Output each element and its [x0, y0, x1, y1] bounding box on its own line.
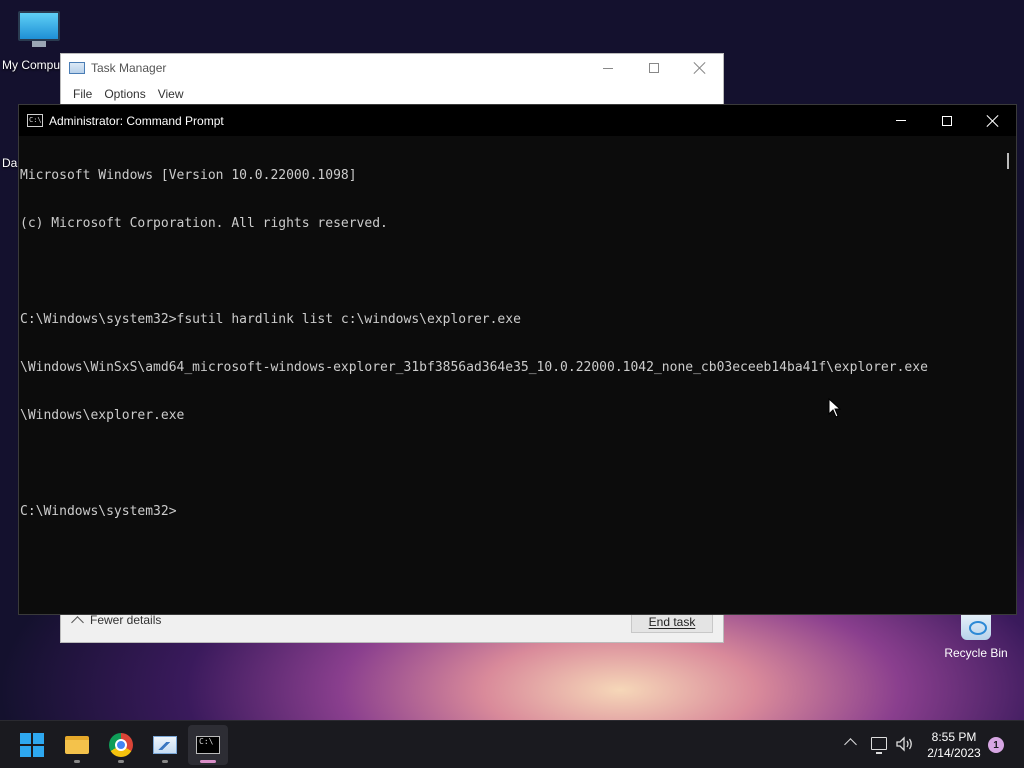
- desktop-item-label: Da: [2, 156, 18, 170]
- command-prompt-titlebar[interactable]: C:\ Administrator: Command Prompt: [19, 105, 1016, 136]
- running-indicator: [162, 760, 168, 763]
- system-clock[interactable]: 8:55 PM 2/14/2023: [924, 729, 984, 761]
- maximize-button[interactable]: [631, 54, 677, 82]
- menu-view[interactable]: View: [152, 87, 190, 101]
- close-button[interactable]: [970, 105, 1016, 136]
- maximize-icon: [649, 63, 659, 73]
- command-prompt-title: Administrator: Command Prompt: [49, 113, 224, 128]
- console-output[interactable]: Microsoft Windows [Version 10.0.22000.10…: [19, 136, 1000, 614]
- mouse-cursor-icon: [828, 398, 842, 418]
- recycle-bin-label: Recycle Bin: [944, 646, 1008, 660]
- console-line: Microsoft Windows [Version 10.0.22000.10…: [20, 168, 357, 183]
- task-manager-icon: [69, 62, 85, 74]
- recycle-bin-icon: [961, 612, 991, 640]
- fewer-details-button[interactable]: Fewer details: [71, 613, 162, 629]
- maximize-icon: [942, 115, 952, 126]
- running-indicator: [74, 760, 80, 763]
- command-prompt-window[interactable]: C:\ Administrator: Command Prompt Micros…: [18, 104, 1017, 615]
- start-button[interactable]: [12, 725, 52, 765]
- task-manager-menubar: File Options View: [61, 82, 723, 106]
- taskbar: C:\ 8:55 PM 2/14/2023 1: [0, 720, 1024, 768]
- fewer-details-label: Fewer details: [90, 613, 162, 627]
- console-line: \Windows\WinSxS\amd64_microsoft-windows-…: [20, 360, 928, 375]
- recycle-bin[interactable]: Recycle Bin: [944, 612, 1008, 660]
- close-button[interactable]: [677, 54, 723, 82]
- console-line: \Windows\explorer.exe: [20, 408, 185, 423]
- close-icon: [694, 62, 706, 74]
- task-manager-titlebar[interactable]: Task Manager: [61, 54, 723, 82]
- folder-icon: [65, 736, 89, 754]
- running-indicator: [118, 760, 124, 763]
- clock-time: 8:55 PM: [931, 730, 977, 744]
- chevron-up-icon: [71, 615, 84, 629]
- show-hidden-icons-chevron-icon[interactable]: [844, 738, 857, 751]
- console-line: (c) Microsoft Corporation. All rights re…: [20, 216, 388, 231]
- minimize-button[interactable]: [878, 105, 924, 136]
- scrollbar-thumb[interactable]: [1007, 153, 1009, 169]
- minimize-icon: [896, 120, 906, 121]
- task-manager-title: Task Manager: [91, 61, 167, 75]
- minimize-button[interactable]: [585, 54, 631, 82]
- minimize-icon: [603, 67, 613, 69]
- console-prompt[interactable]: C:\Windows\system32>: [20, 504, 1000, 520]
- active-indicator: [200, 760, 216, 763]
- taskbar-chrome[interactable]: [101, 725, 141, 765]
- notification-badge[interactable]: 1: [988, 737, 1004, 753]
- console-line: C:\Windows\system32>fsutil hardlink list…: [20, 312, 521, 327]
- my-computer-label: My Compu: [2, 58, 61, 72]
- network-icon[interactable]: [871, 737, 887, 754]
- chrome-icon: [109, 733, 133, 757]
- taskbar-command-prompt[interactable]: C:\: [188, 725, 228, 765]
- task-manager-icon: [153, 736, 177, 754]
- vertical-scrollbar[interactable]: [1000, 136, 1016, 614]
- close-icon: [987, 115, 999, 127]
- clock-date: 2/14/2023: [927, 746, 981, 760]
- taskbar-task-manager[interactable]: [145, 725, 185, 765]
- volume-icon[interactable]: [895, 736, 915, 752]
- maximize-button[interactable]: [924, 105, 970, 136]
- menu-options[interactable]: Options: [98, 87, 151, 101]
- cmd-icon: C:\: [27, 114, 43, 127]
- menu-file[interactable]: File: [67, 87, 98, 101]
- taskbar-file-explorer[interactable]: [57, 725, 97, 765]
- my-computer-icon[interactable]: [18, 11, 60, 49]
- windows-logo-icon: [20, 733, 44, 757]
- cmd-icon: C:\: [196, 736, 220, 754]
